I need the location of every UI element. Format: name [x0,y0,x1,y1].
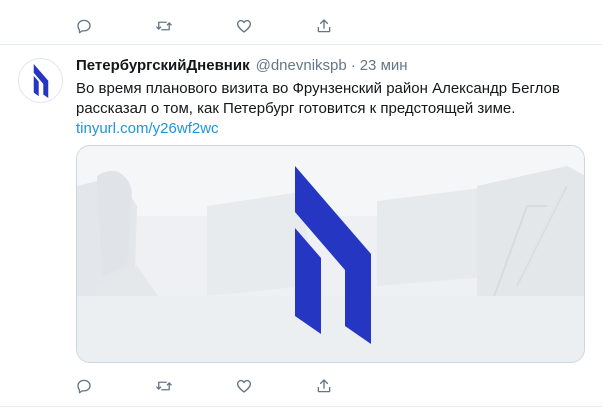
brand-logo-icon [33,63,48,98]
reply-icon [77,19,91,34]
like-icon [236,19,252,33]
reply-icon [77,379,91,394]
retweet-button[interactable] [155,16,235,36]
tweet-divider [0,406,602,407]
tweet-text: Во время планового визита во Фрунзенский… [76,80,560,117]
display-name[interactable]: ПетербургскийДневник [76,57,250,74]
tweet-link[interactable]: tinyurl.com/y26wf2wc [76,119,219,139]
retweet-icon [156,381,172,391]
retweet-icon [156,21,172,31]
tweet-header: ПетербургскийДневник @dnevnikspb · 23 ми… [76,57,408,77]
like-icon [236,379,252,393]
retweet-button[interactable] [155,376,235,396]
header-separator: · [350,57,356,74]
user-handle[interactable]: @dnevnikspb [256,57,347,74]
share-button[interactable] [315,16,395,36]
previous-tweet-actions [75,16,395,36]
reply-button[interactable] [75,376,155,396]
avatar[interactable] [18,58,63,103]
reply-button[interactable] [75,16,155,36]
tweet-timestamp[interactable]: 23 мин [360,57,408,74]
share-icon [317,19,331,33]
link-card[interactable] [76,145,585,363]
like-button[interactable] [235,16,315,36]
tweet-divider [0,44,602,45]
share-icon [317,379,331,393]
share-button[interactable] [315,376,395,396]
tweet-actions [75,376,395,396]
like-button[interactable] [235,376,315,396]
brand-logo-large-icon [295,166,371,344]
